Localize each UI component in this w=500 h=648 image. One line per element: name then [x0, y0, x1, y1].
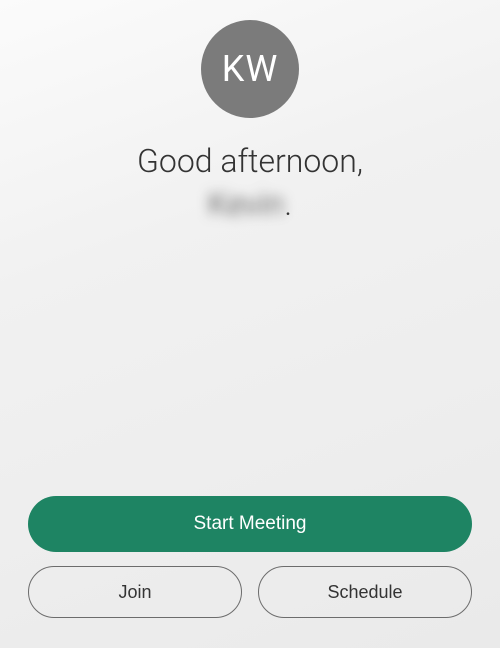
- schedule-button[interactable]: Schedule: [258, 566, 472, 618]
- greeting-section: KW Good afternoon, Kevin.: [0, 0, 500, 496]
- start-meeting-button[interactable]: Start Meeting: [28, 496, 472, 552]
- avatar-initials: KW: [222, 48, 279, 90]
- action-buttons: Start Meeting Join Schedule: [0, 496, 500, 648]
- secondary-button-row: Join Schedule: [28, 566, 472, 618]
- greeting-prefix: Good afternoon,: [137, 142, 363, 180]
- join-button[interactable]: Join: [28, 566, 242, 618]
- greeting-suffix: .: [284, 185, 292, 223]
- avatar[interactable]: KW: [201, 20, 299, 118]
- greeting-name: Kevin: [208, 183, 284, 226]
- greeting-text: Good afternoon, Kevin.: [137, 140, 363, 226]
